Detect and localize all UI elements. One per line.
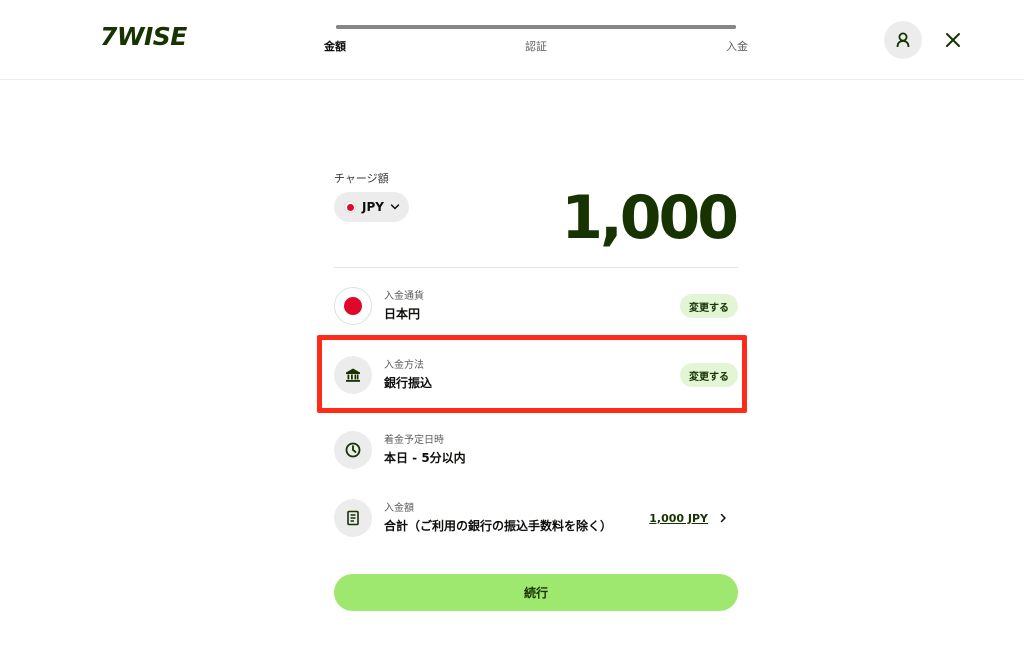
account-button[interactable]	[884, 21, 922, 59]
clock-icon	[334, 431, 372, 469]
wise-logo[interactable]: 7WISE	[100, 21, 187, 51]
deposit-amount-value: 合計（ご利用の銀行の振込手数料を除く）	[384, 518, 613, 533]
progress-fill	[336, 25, 736, 29]
currency-code: JPY	[362, 200, 384, 214]
deposit-amount-link[interactable]: 1,000 JPY	[649, 512, 708, 525]
japan-flag-icon	[334, 287, 372, 325]
deposit-currency-row: 入金通貨 日本円 変更する	[334, 286, 738, 326]
deposit-currency-label: 入金通貨	[384, 290, 424, 302]
logo-text: 7WISE	[100, 21, 187, 51]
step-verification: 認証	[525, 40, 547, 53]
close-button[interactable]	[940, 27, 966, 53]
deposit-amount-label: 入金額	[384, 502, 414, 514]
divider	[334, 267, 738, 268]
step-deposit: 入金	[726, 40, 748, 53]
chevron-right-icon	[716, 511, 730, 525]
receipt-icon	[334, 499, 372, 537]
highlight-annotation	[317, 335, 747, 413]
user-icon	[896, 32, 910, 48]
progress-steps: 金額 認証 入金	[320, 24, 752, 64]
chevron-down-icon	[390, 204, 400, 210]
arrival-time-value: 本日 - 5分以内	[384, 450, 466, 465]
deposit-currency-text: 入金通貨 日本円	[384, 290, 680, 323]
close-icon	[946, 33, 960, 47]
arrival-time-text: 着金予定日時 本日 - 5分以内	[384, 434, 738, 467]
step-amount: 金額	[324, 40, 346, 53]
arrival-time-row: 着金予定日時 本日 - 5分以内	[334, 430, 738, 470]
arrival-time-label: 着金予定日時	[384, 434, 444, 446]
deposit-amount-row[interactable]: 入金額 合計（ご利用の銀行の振込手数料を除く） 1,000 JPY	[334, 498, 738, 538]
deposit-amount-text: 入金額 合計（ご利用の銀行の振込手数料を除く）	[384, 502, 649, 535]
top-header: 7WISE 金額 認証 入金	[0, 0, 1024, 80]
currency-selector[interactable]: JPY	[334, 192, 409, 222]
progress-track	[336, 25, 736, 29]
amount-label: チャージ額	[334, 172, 389, 185]
change-currency-button[interactable]: 変更する	[680, 294, 738, 318]
amount-value[interactable]: 1,000	[560, 178, 739, 258]
deposit-currency-value: 日本円	[384, 306, 421, 321]
continue-button[interactable]: 続行	[334, 574, 738, 611]
japan-flag-icon	[344, 201, 356, 213]
